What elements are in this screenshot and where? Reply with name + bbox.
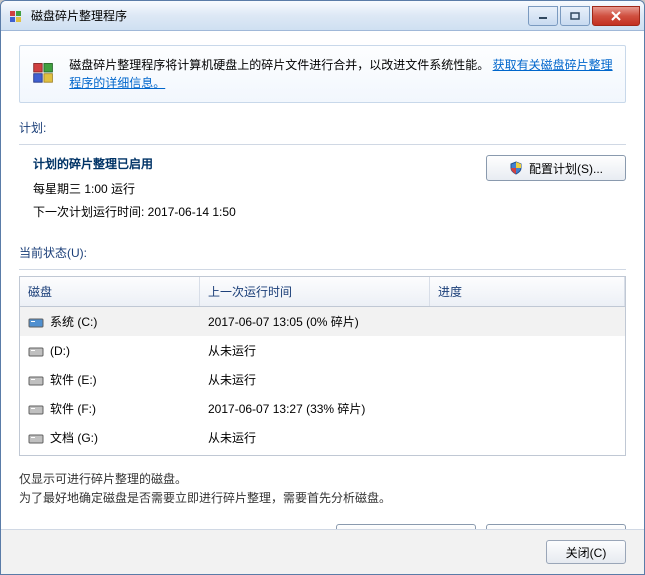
status-section: 当前状态(U): 磁盘 上一次运行时间 进度 系统 (C:) 2017-06-07… [19, 244, 626, 456]
close-dialog-button[interactable]: 关闭(C) [546, 540, 626, 564]
disk-last-run: 从未运行 [200, 340, 430, 361]
info-banner: 磁盘碎片整理程序将计算机硬盘上的碎片文件进行合并，以改进文件系统性能。 获取有关… [19, 45, 626, 103]
header-progress[interactable]: 进度 [430, 277, 625, 306]
drive-icon [28, 431, 44, 445]
window-frame: 磁盘碎片整理程序 磁盘碎片整理程序将计算机硬盘上的碎片文件进行合并，以改进文件系… [0, 0, 645, 575]
titlebar[interactable]: 磁盘碎片整理程序 [1, 1, 644, 31]
table-row[interactable]: 文档 (G:) 从未运行 [20, 423, 625, 452]
drive-icon [28, 315, 44, 329]
minimize-icon [538, 12, 548, 20]
disk-list: 磁盘 上一次运行时间 进度 系统 (C:) 2017-06-07 13:05 (0… [19, 276, 626, 456]
table-row[interactable]: 娱乐 (H:)从未运行 [20, 452, 625, 456]
configure-schedule-button[interactable]: 配置计划(S)... [486, 155, 626, 181]
content-area: 磁盘碎片整理程序将计算机硬盘上的碎片文件进行合并，以改进文件系统性能。 获取有关… [1, 31, 644, 529]
shield-icon [509, 161, 523, 175]
configure-schedule-label: 配置计划(S)... [529, 160, 603, 177]
disk-progress [430, 349, 625, 353]
schedule-section: 计划: 计划的碎片整理已启用 每星期三 1:00 运行 下一次计划运行时间: 2… [19, 119, 626, 226]
disk-progress [430, 378, 625, 382]
defrag-icon [32, 56, 59, 88]
minimize-button[interactable] [528, 6, 558, 26]
disk-last-run: 从未运行 [200, 427, 430, 448]
disk-progress [430, 320, 625, 324]
info-description: 磁盘碎片整理程序将计算机硬盘上的碎片文件进行合并，以改进文件系统性能。 [69, 58, 489, 72]
maximize-button[interactable] [560, 6, 590, 26]
schedule-enabled-title: 计划的碎片整理已启用 [33, 155, 236, 172]
close-icon [610, 11, 622, 21]
close-button[interactable] [592, 6, 640, 26]
disk-progress [430, 436, 625, 440]
note-line2: 为了最好地确定磁盘是否需要立即进行碎片整理，需要首先分析磁盘。 [19, 489, 626, 508]
table-row[interactable]: 软件 (E:) 从未运行 [20, 365, 625, 394]
disk-progress [430, 407, 625, 411]
table-row[interactable]: 系统 (C:) 2017-06-07 13:05 (0% 碎片) [20, 307, 625, 336]
disk-rows: 系统 (C:)2017-06-07 13:05 (0% 碎片)(D:)从未运行软… [20, 307, 625, 456]
disk-name: 文档 (G:) [50, 429, 98, 446]
bottom-bar: 关闭(C) [1, 529, 644, 574]
note-line1: 仅显示可进行碎片整理的磁盘。 [19, 470, 626, 489]
disk-last-run: 从未运行 [200, 369, 430, 390]
footer-note: 仅显示可进行碎片整理的磁盘。 为了最好地确定磁盘是否需要立即进行碎片整理，需要首… [19, 470, 626, 508]
disk-name: 软件 (F:) [50, 400, 96, 417]
drive-icon [28, 373, 44, 387]
schedule-info: 计划的碎片整理已启用 每星期三 1:00 运行 下一次计划运行时间: 2017-… [19, 155, 236, 226]
info-text: 磁盘碎片整理程序将计算机硬盘上的碎片文件进行合并，以改进文件系统性能。 获取有关… [69, 56, 613, 92]
schedule-run-time: 每星期三 1:00 运行 [33, 180, 236, 197]
drive-icon [28, 344, 44, 358]
disk-last-run: 2017-06-07 13:27 (33% 碎片) [200, 398, 430, 419]
schedule-next-run: 下一次计划运行时间: 2017-06-14 1:50 [33, 203, 236, 220]
disk-name: (D:) [50, 344, 70, 358]
schedule-label: 计划: [19, 119, 626, 136]
status-label: 当前状态(U): [19, 244, 626, 261]
header-disk[interactable]: 磁盘 [20, 277, 200, 306]
window-title: 磁盘碎片整理程序 [31, 7, 528, 24]
window-controls [528, 6, 640, 26]
disk-name: 软件 (E:) [50, 371, 97, 388]
app-icon [9, 8, 25, 24]
divider [19, 269, 626, 270]
drive-icon [28, 402, 44, 416]
header-last-run[interactable]: 上一次运行时间 [200, 277, 430, 306]
table-row[interactable]: 软件 (F:) 2017-06-07 13:27 (33% 碎片) [20, 394, 625, 423]
maximize-icon [570, 12, 580, 20]
table-row[interactable]: (D:) 从未运行 [20, 336, 625, 365]
divider [19, 144, 626, 145]
disk-last-run: 2017-06-07 13:05 (0% 碎片) [200, 311, 430, 332]
disk-name: 系统 (C:) [50, 313, 97, 330]
disk-list-header: 磁盘 上一次运行时间 进度 [20, 277, 625, 307]
